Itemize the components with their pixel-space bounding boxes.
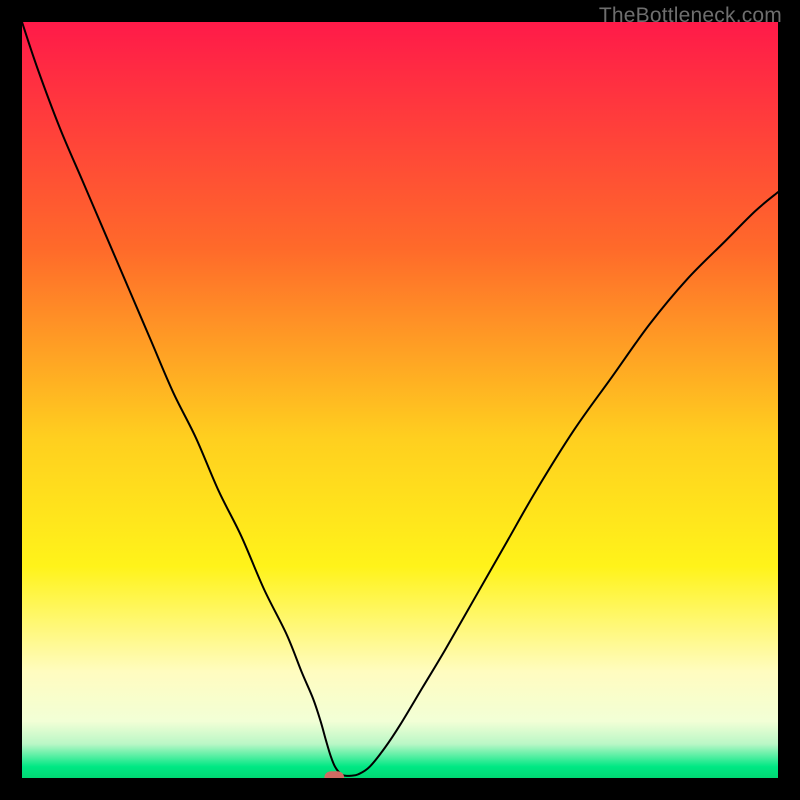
chart-frame: TheBottleneck.com [0,0,800,800]
gradient-background [22,22,778,778]
chart-svg [22,22,778,778]
chart-plot-area [22,22,778,778]
